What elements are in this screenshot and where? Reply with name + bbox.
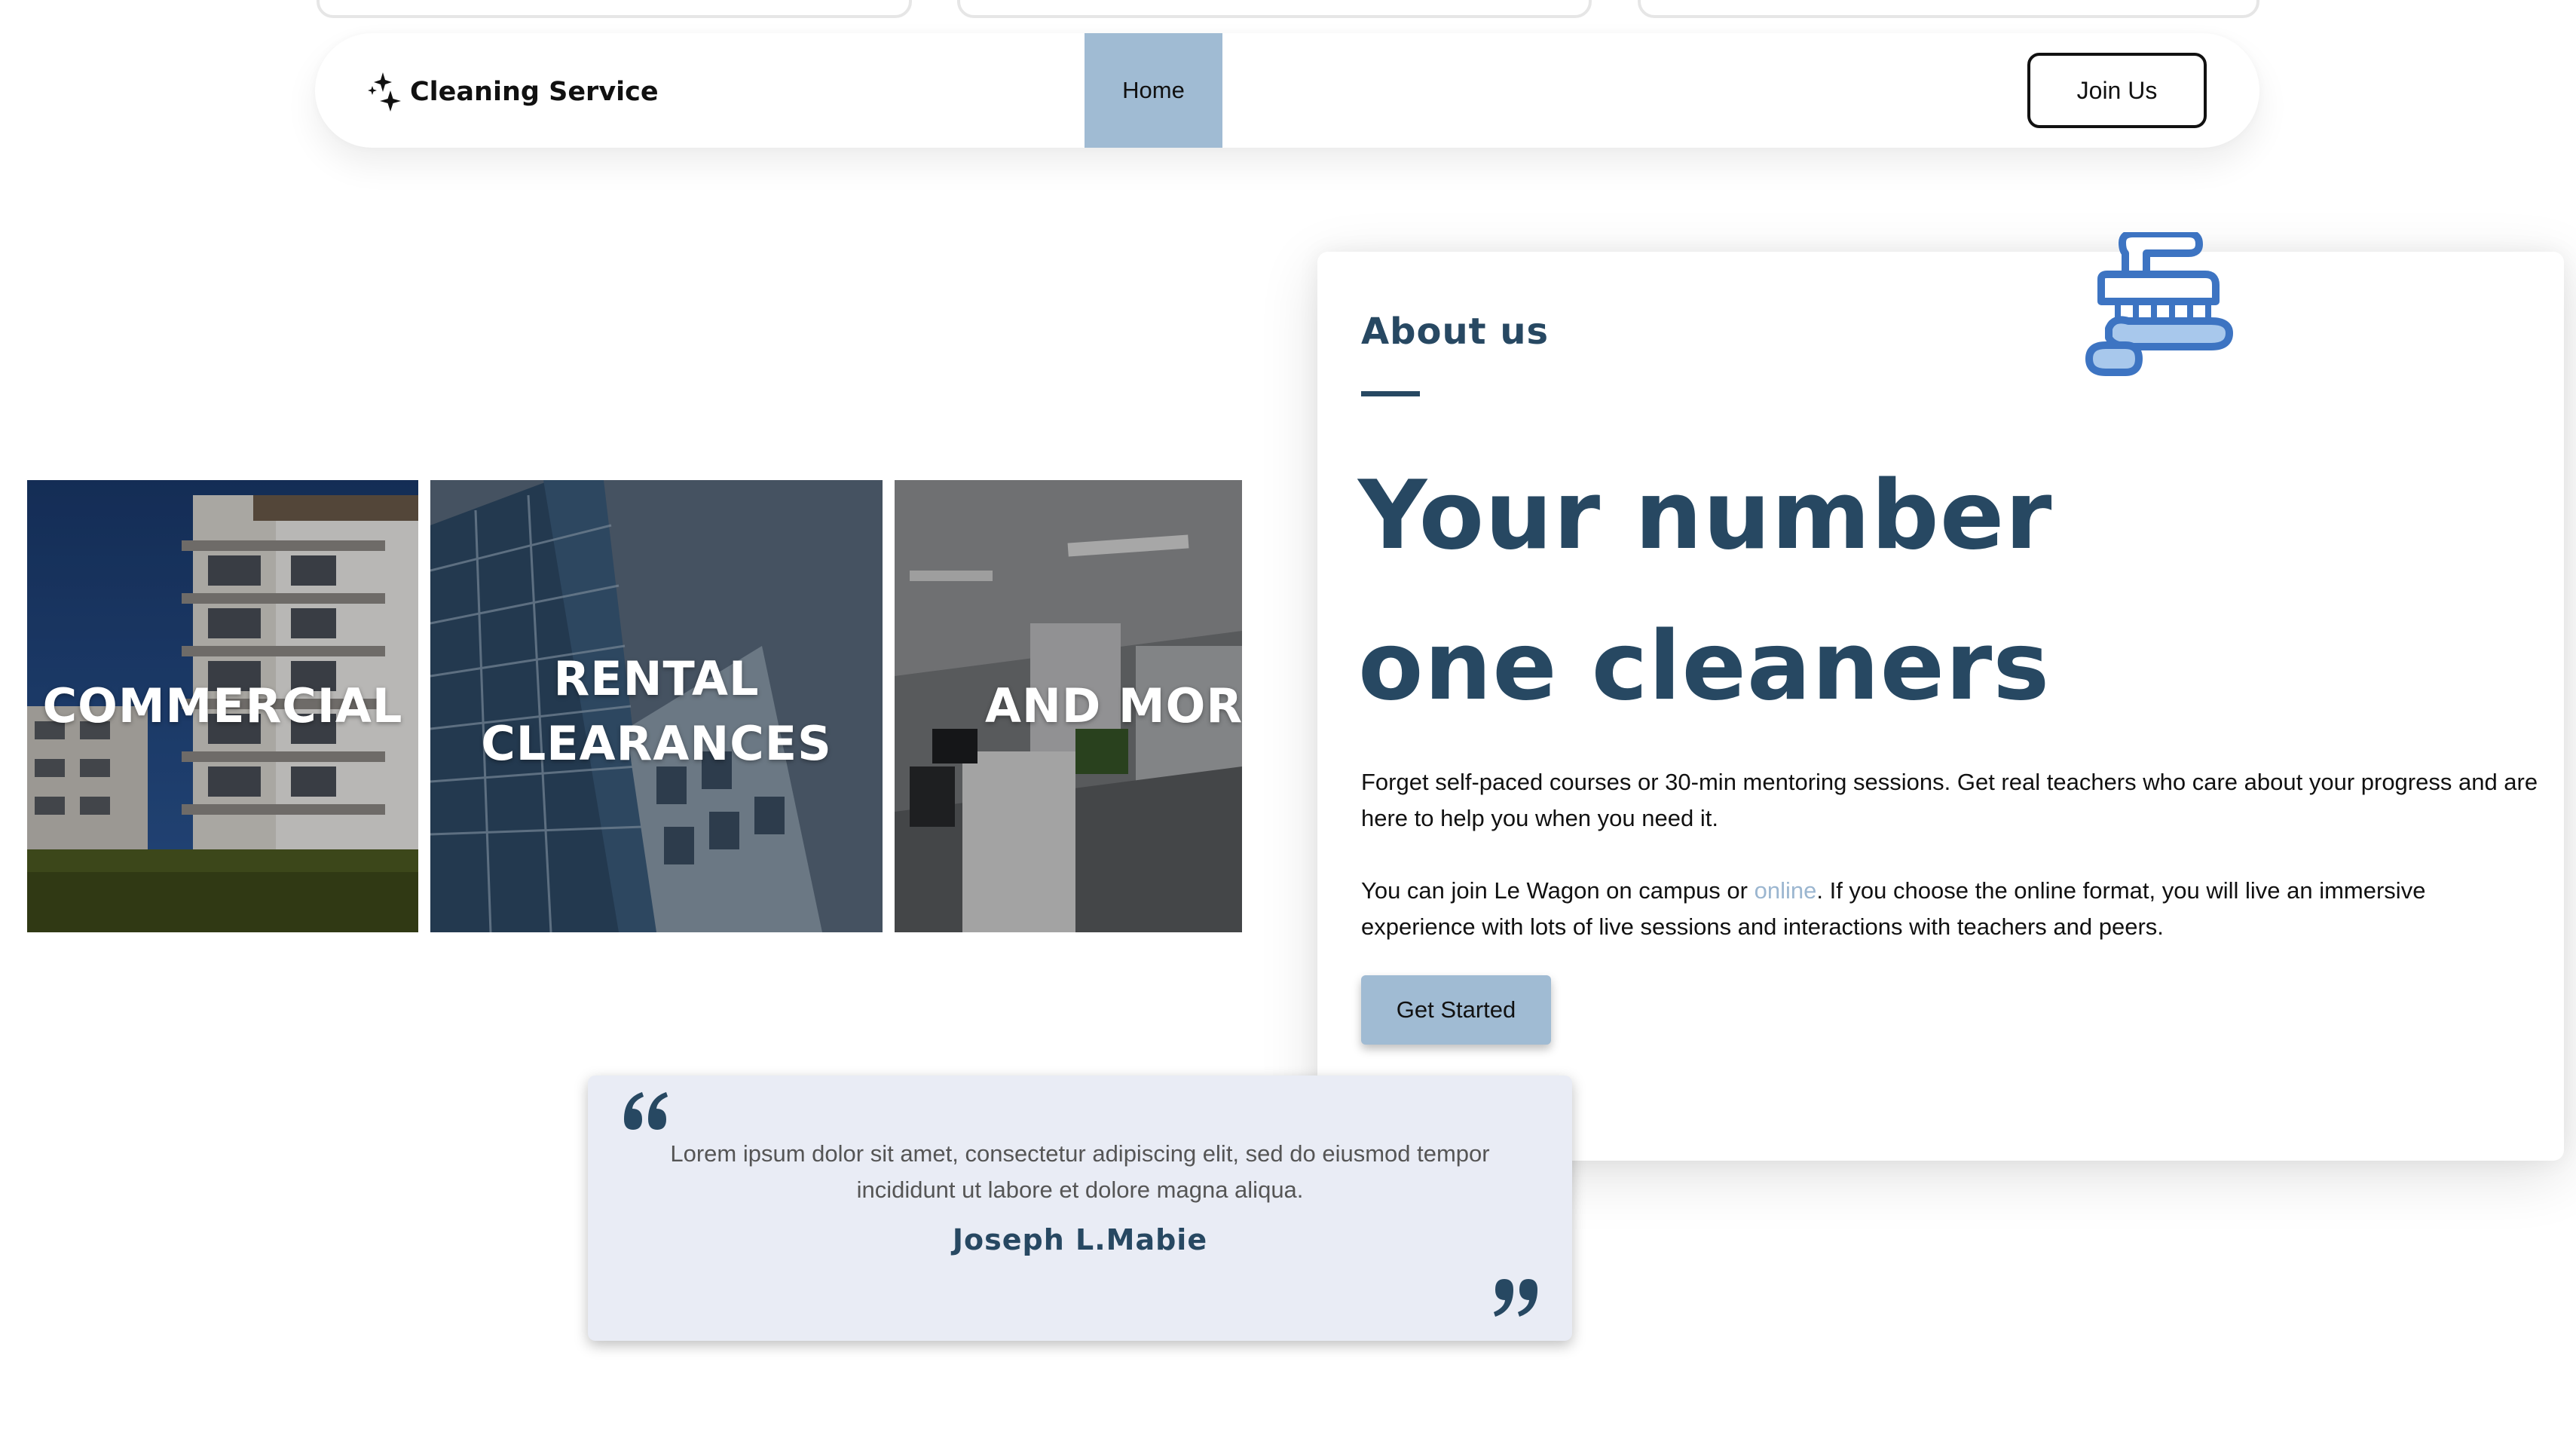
about-divider [1361, 391, 1420, 396]
headline-line-2: one cleaners [1358, 610, 2051, 721]
about-eyebrow: About us [1361, 311, 1550, 353]
scrub-brush-icon [2085, 232, 2233, 376]
navbar: Cleaning Service Home Join Us [315, 33, 2259, 148]
service-tile-and-more[interactable]: AND MORE [895, 480, 1242, 932]
get-started-button[interactable]: Get Started [1361, 975, 1551, 1045]
brand[interactable]: Cleaning Service [368, 71, 659, 113]
online-link[interactable]: online [1755, 877, 1817, 904]
headline-line-1: Your number [1358, 460, 2053, 571]
service-tile-rental-clearances[interactable]: RENTAL CLEARANCES [430, 480, 883, 932]
about-paragraph-2: You can join Le Wagon on campus or onlin… [1361, 873, 2544, 945]
about-card: About us Your number one cleaners Forget… [1317, 232, 2564, 1161]
tile-label-commercial: COMMERCIAL [42, 678, 403, 733]
nav-home-link[interactable]: Home [1085, 33, 1222, 148]
top-card-left [317, 0, 912, 18]
testimonial-author: Joseph L.Mabie [952, 1223, 1208, 1256]
paragraph-2-text-before: You can join Le Wagon on campus or [1361, 877, 1755, 904]
tile-label-and-more: AND MORE [985, 678, 1242, 733]
join-us-button[interactable]: Join Us [2027, 53, 2207, 128]
top-card-middle [957, 0, 1592, 18]
quote-open-icon [624, 1092, 668, 1130]
testimonial-quote: Lorem ipsum dolor sit amet, consectetur … [670, 1140, 1490, 1203]
sparkles-icon [368, 72, 401, 112]
service-tile-commercial[interactable]: COMMERCIAL [27, 480, 418, 932]
tile-label-rental: RENTAL [553, 651, 760, 706]
brand-name: Cleaning Service [410, 77, 659, 107]
about-headline: Your number one cleaners [1358, 440, 2052, 742]
testimonial-card: Lorem ipsum dolor sit amet, consectetur … [588, 1076, 1572, 1341]
tile-label-clearances: CLEARANCES [481, 716, 832, 771]
quote-close-icon [1494, 1279, 1537, 1317]
top-card-right [1638, 0, 2259, 18]
about-paragraph-1: Forget self-paced courses or 30-min ment… [1361, 769, 2538, 831]
